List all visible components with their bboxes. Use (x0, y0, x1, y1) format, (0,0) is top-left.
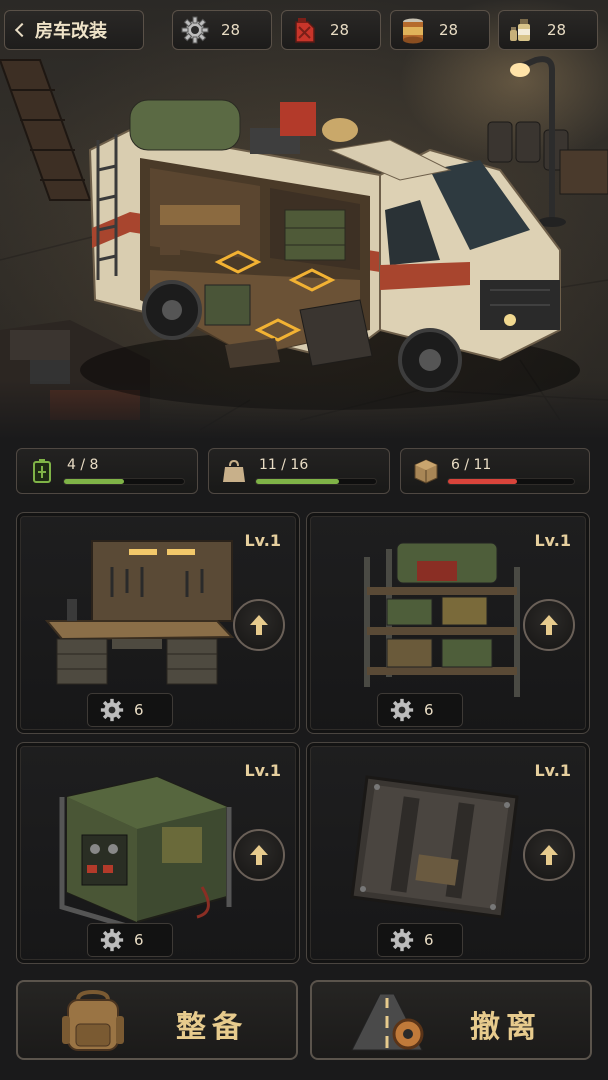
debris-left (0, 320, 150, 440)
workbench-image (44, 540, 235, 685)
level-label: Lv.1 (244, 531, 281, 550)
resource-value: 28 (439, 21, 459, 39)
resource-value: 28 (330, 21, 350, 39)
stat-value: 11 / 16 (259, 457, 309, 473)
back-button[interactable]: 房车改装 (4, 10, 144, 50)
depart-button[interactable]: 撤离 (310, 980, 592, 1060)
medicine-icon (510, 19, 530, 41)
stat-value: 4 / 8 (67, 457, 99, 473)
upgrade-button[interactable] (523, 599, 575, 651)
resource-value: 28 (547, 21, 567, 39)
arrow-up-icon (540, 845, 558, 865)
module-card-generator[interactable]: Lv.1 6 (16, 742, 300, 964)
module-card-storage-shelf[interactable]: Lv.1 6 (306, 512, 590, 734)
battery-icon (33, 459, 51, 483)
road-gear-icon (351, 993, 424, 1051)
progress-fill (64, 479, 124, 484)
progress-fill (448, 479, 517, 484)
arrow-up-icon (250, 615, 268, 635)
cost-value: 6 (424, 931, 434, 949)
storage-shelf-image (364, 542, 520, 697)
arrow-up-icon (540, 615, 558, 635)
progress-bar (63, 478, 185, 485)
cost-value: 6 (134, 931, 144, 949)
canned-food-icon (403, 18, 423, 44)
cost-value: 6 (424, 701, 434, 719)
prepare-button[interactable]: 整备 (16, 980, 298, 1060)
gear-icon (181, 16, 209, 44)
stat-value: 6 / 11 (451, 457, 492, 473)
chevron-left-icon (14, 22, 30, 38)
module-card-workbench[interactable]: Lv.1 6 (16, 512, 300, 734)
upgrade-cost: 6 (87, 923, 173, 957)
stat-weight: 11 / 16 (208, 448, 390, 494)
top-bar: 房车改装 28 28 28 28 (0, 0, 608, 60)
stat-storage: 6 / 11 (400, 448, 590, 494)
gear-icon (390, 698, 414, 722)
level-label: Lv.1 (534, 761, 571, 780)
cost-value: 6 (134, 701, 144, 719)
upgrade-button[interactable] (233, 829, 285, 881)
crate-icon (414, 459, 438, 484)
resource-medicine[interactable]: 28 (498, 10, 598, 50)
resource-gears[interactable]: 28 (172, 10, 272, 50)
armor-plate-image (350, 775, 519, 919)
resource-value: 28 (221, 21, 241, 39)
rv-scene (0, 0, 608, 440)
progress-bar (255, 478, 377, 485)
fuel-can-icon (295, 18, 315, 43)
resource-food[interactable]: 28 (390, 10, 490, 50)
progress-bar (447, 478, 575, 485)
rv-illustration (0, 56, 608, 440)
arrow-up-icon (250, 845, 268, 865)
upgrade-cost: 6 (377, 693, 463, 727)
gear-icon (100, 928, 124, 952)
upgrade-cost: 6 (377, 923, 463, 957)
backpack-icon (62, 990, 124, 1051)
gear-icon (390, 928, 414, 952)
level-label: Lv.1 (534, 531, 571, 550)
stat-power: 4 / 8 (16, 448, 198, 494)
upgrade-button[interactable] (523, 829, 575, 881)
prepare-label: 整备 (176, 1010, 248, 1045)
upgrade-cost: 6 (87, 693, 173, 727)
level-label: Lv.1 (244, 761, 281, 780)
upgrade-button[interactable] (233, 599, 285, 651)
module-card-armor-plate[interactable]: Lv.1 6 (306, 742, 590, 964)
generator-image (59, 775, 232, 927)
stairs (0, 59, 92, 201)
depart-label: 撤离 (470, 1010, 542, 1045)
resource-fuel[interactable]: 28 (281, 10, 381, 50)
page-title: 房车改装 (35, 21, 107, 42)
progress-fill (256, 479, 339, 484)
gear-icon (100, 698, 124, 722)
backpack-weight-icon (223, 459, 245, 482)
